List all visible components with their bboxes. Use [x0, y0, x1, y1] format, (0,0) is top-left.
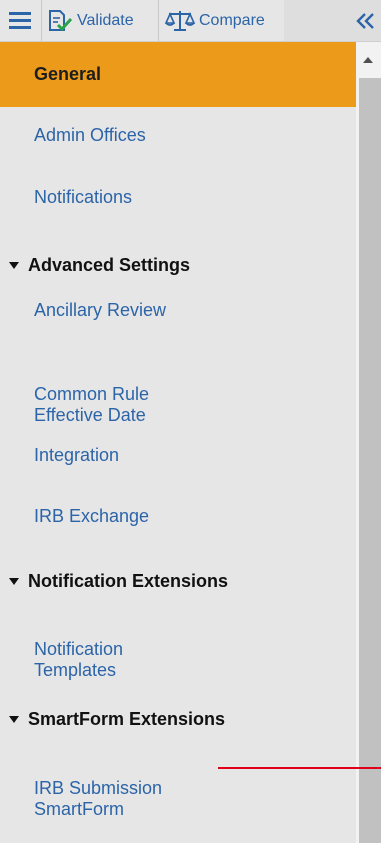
- section-title: Advanced Settings: [28, 254, 191, 275]
- scale-balance-icon: [165, 11, 195, 31]
- scrollbar-thumb[interactable]: [359, 78, 381, 843]
- sidebar-frame: Validate Compare General Admin Offices N…: [0, 0, 381, 843]
- compare-label: Compare: [199, 12, 265, 29]
- nav-item-common-rule-effective-date[interactable]: Common Rule Effective Date: [0, 363, 356, 426]
- nav-item-admin-offices[interactable]: Admin Offices: [0, 125, 356, 146]
- nav-item-label: Integration: [34, 445, 120, 465]
- nav-item-label: Ancillary Review: [34, 300, 167, 320]
- validate-button[interactable]: Validate: [47, 2, 157, 40]
- double-chevron-left-icon: [356, 13, 374, 29]
- hamburger-menu-icon: [9, 12, 31, 29]
- nav-item-label: General: [34, 64, 102, 84]
- section-advanced-settings[interactable]: Advanced Settings: [0, 254, 356, 276]
- nav-item-label: Common Rule Effective Date: [34, 384, 150, 425]
- section-smartform-extensions[interactable]: SmartForm Extensions: [0, 708, 356, 730]
- nav-item-irb-exchange[interactable]: IRB Exchange: [0, 506, 356, 527]
- nav-item-notifications[interactable]: Notifications: [0, 187, 356, 208]
- menu-button[interactable]: [9, 2, 35, 40]
- section-notification-extensions[interactable]: Notification Extensions: [0, 570, 356, 592]
- nav-item-label: IRB Submission SmartForm: [34, 778, 163, 819]
- nav-item-ancillary-review[interactable]: Ancillary Review: [0, 300, 356, 321]
- sidebar-nav: General Admin Offices Notifications Adva…: [0, 42, 356, 843]
- nav-item-general[interactable]: General: [0, 42, 356, 107]
- collapse-sidebar-button[interactable]: [356, 2, 378, 40]
- validate-label: Validate: [77, 12, 134, 29]
- section-title: SmartForm Extensions: [28, 708, 226, 729]
- nav-item-label: Notification Templates: [34, 639, 124, 680]
- expanded-triangle-icon: [9, 261, 19, 269]
- nav-item-label: Notifications: [34, 187, 133, 207]
- expanded-triangle-icon: [9, 577, 19, 585]
- nav-item-label: IRB Exchange: [34, 506, 150, 526]
- annotation-line: [218, 767, 381, 769]
- scroll-up-arrow-icon[interactable]: [363, 57, 373, 63]
- nav-item-notification-templates[interactable]: Notification Templates: [0, 618, 356, 681]
- expanded-triangle-icon: [9, 715, 19, 723]
- validate-icon: [49, 10, 73, 32]
- nav-item-label: Admin Offices: [34, 125, 146, 145]
- nav-item-integration[interactable]: Integration: [0, 445, 356, 466]
- compare-button[interactable]: Compare: [165, 2, 283, 40]
- toolbar: Validate Compare: [0, 0, 381, 42]
- section-title: Notification Extensions: [28, 570, 229, 591]
